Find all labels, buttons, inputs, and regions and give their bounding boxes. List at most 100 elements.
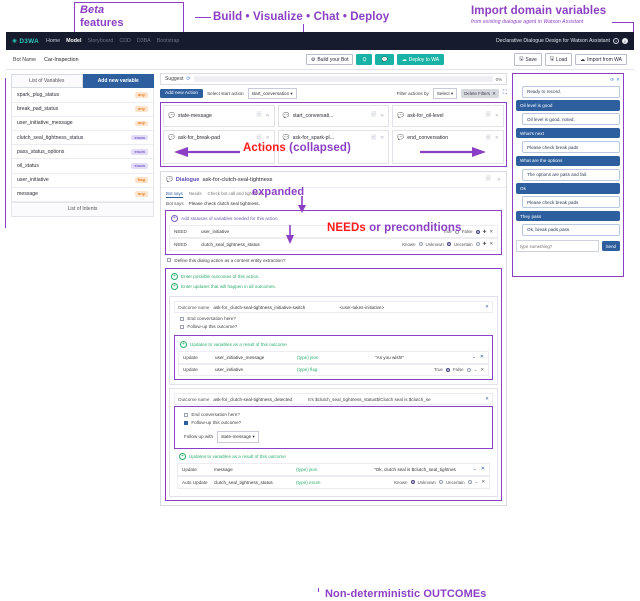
tab-bot-says[interactable]: Bot says <box>166 191 183 198</box>
need-row[interactable]: NEED clutch_seal_tightness_status Known … <box>169 237 498 251</box>
close-icon[interactable]: ✕ <box>616 77 620 83</box>
close-icon[interactable]: ✕ <box>497 177 501 183</box>
checkbox[interactable] <box>184 412 189 417</box>
need-options[interactable]: Known Unknown Uncertain ✚ ✕ <box>402 241 493 247</box>
action-card[interactable]: 💬 state-message 🗐 ✕ <box>163 105 275 128</box>
follow-up-row[interactable]: Follow-up this outcome? <box>178 420 489 428</box>
action-card[interactable]: 💬 start_conversati... 🗐 ✕ <box>277 105 390 128</box>
outcome-name-value[interactable]: ask-for_clutch-seal-tightness_detected <box>213 397 292 402</box>
update-value[interactable]: "As you wish!" <box>375 355 468 360</box>
checkbox[interactable] <box>180 316 185 321</box>
copy-icon[interactable]: 🗐 <box>486 176 491 184</box>
radio-known[interactable] <box>418 242 423 247</box>
deploy-to-wa-button[interactable]: ☁ Deploy to WA <box>396 53 445 66</box>
close-icon[interactable]: ✕ <box>495 113 499 119</box>
follow-up-with-select[interactable]: state-message ▾ <box>217 431 259 443</box>
end-conversation-row[interactable]: End conversation here? <box>174 313 493 324</box>
add-global-updates-row[interactable]: + Enter updates that will happen in all … <box>169 283 498 293</box>
visualize-graph-button[interactable]: ⛭ <box>356 53 373 66</box>
update-options[interactable]: Known Unknown Uncertain ⌄ ✕ <box>394 479 485 485</box>
expand-icon[interactable]: ⛶ <box>503 90 507 97</box>
radio-unknown[interactable] <box>446 242 451 247</box>
info-icon[interactable]: ⌄ <box>474 367 478 373</box>
load-button[interactable]: 🖫 Load <box>544 52 573 67</box>
close-icon[interactable]: ✕ <box>485 396 489 402</box>
close-icon[interactable]: ✕ <box>380 113 384 119</box>
copy-icon[interactable]: 🗐 <box>486 112 491 120</box>
save-button[interactable]: 🖫 Save <box>514 52 542 67</box>
nav-item-storyboard[interactable]: Storyboard <box>87 38 113 44</box>
plus-icon[interactable]: ✚ <box>483 229 487 235</box>
close-icon[interactable]: ✕ <box>489 241 493 247</box>
plus-icon[interactable]: ✚ <box>483 241 487 247</box>
update-row[interactable]: Update user_initiative (type) flag True … <box>178 363 489 377</box>
copy-icon[interactable]: 🗐 <box>256 112 261 120</box>
brand-logo[interactable]: ✳ D3WA <box>12 38 39 45</box>
start-action-select[interactable]: start_conversation ▾ <box>247 88 297 100</box>
update-options[interactable]: True False ⌄ ✕ <box>434 367 484 373</box>
list-item[interactable]: clutch_seal_tightness_status enum <box>12 131 153 146</box>
update-value[interactable]: "Ok, clutch seal is $clutch_seal_tightne… <box>374 467 469 472</box>
copy-icon[interactable]: 🗐 <box>371 135 376 143</box>
copy-icon[interactable]: 🗐 <box>371 112 376 120</box>
bot-says-value[interactable]: Please check clutch seal tightness. <box>189 201 260 206</box>
list-item[interactable]: pass_status_options enum <box>12 145 153 160</box>
info-icon[interactable]: ⌄ <box>475 479 479 485</box>
open-chat-button[interactable]: 💬 <box>375 53 394 66</box>
close-icon[interactable]: ✕ <box>480 354 484 360</box>
clear-filters-button[interactable]: Delete Filters ✕ <box>461 88 499 99</box>
update-row[interactable]: Update user_initiative_message (type) js… <box>178 350 489 364</box>
copy-icon[interactable]: 🗐 <box>486 135 491 143</box>
list-item[interactable]: message any <box>12 188 153 202</box>
checkbox[interactable] <box>180 324 185 329</box>
close-icon[interactable]: ✕ <box>380 135 384 141</box>
list-item[interactable]: spark_plug_status any <box>12 88 153 103</box>
outcome-desc-value[interactable]: It's $clutch_seal_tightness_status$/Clut… <box>308 397 481 402</box>
close-icon[interactable]: ✕ <box>481 479 485 485</box>
radio-uncertain[interactable] <box>467 480 472 485</box>
close-icon[interactable]: ✕ <box>489 229 493 235</box>
radio-known[interactable] <box>410 480 415 485</box>
outcome-name-value[interactable]: ask-for_clutch-seal-tightness_initiative… <box>213 305 305 310</box>
action-card[interactable]: 💬 ask-for_oil-level 🗐 ✕ <box>392 105 504 128</box>
tab-list-of-variables[interactable]: List of Variables <box>11 74 83 89</box>
close-icon[interactable]: ✕ <box>265 135 269 141</box>
nav-item-cdd[interactable]: CDD <box>119 38 130 44</box>
tab-needs[interactable]: Needs <box>189 191 202 198</box>
radio-true[interactable] <box>445 367 450 372</box>
checkbox[interactable] <box>184 420 189 425</box>
add-new-action-button[interactable]: Add new Action <box>160 88 204 99</box>
info-circle-icon[interactable]: i <box>622 38 628 44</box>
send-button[interactable]: Send <box>601 241 620 251</box>
build-your-bot-button[interactable]: ⚙ Build your Bot <box>305 53 354 66</box>
add-update-row[interactable]: + Updates to variables as a result of th… <box>178 339 489 351</box>
context-entity-row[interactable]: Define this dialog action as a content e… <box>161 255 506 266</box>
refresh-icon[interactable]: ⟳ <box>610 77 614 83</box>
add-update-row[interactable]: + Updates to variables as a result of th… <box>177 452 490 464</box>
list-item[interactable]: user_initiative_message any <box>12 117 153 131</box>
end-conversation-row[interactable]: End conversation here? <box>178 409 489 420</box>
list-item[interactable]: oil_status enum <box>12 159 153 174</box>
filter-select[interactable]: Select ▾ <box>432 88 458 100</box>
radio-false[interactable] <box>466 367 471 372</box>
close-icon[interactable]: ✕ <box>485 304 489 310</box>
close-icon[interactable]: ✕ <box>480 367 484 373</box>
close-icon[interactable]: ✕ <box>481 466 485 472</box>
radio-false[interactable] <box>475 229 480 234</box>
update-row[interactable]: Update message (type) json "Ok, clutch s… <box>177 463 490 476</box>
nav-item-model[interactable]: Model <box>66 38 81 44</box>
info-icon[interactable]: ⌄ <box>472 354 476 360</box>
close-icon[interactable]: ✕ <box>495 135 499 141</box>
nav-item-d3ba[interactable]: D3BA <box>137 38 151 44</box>
nav-item-home[interactable]: Home <box>46 38 60 44</box>
checkbox[interactable] <box>167 258 172 263</box>
follow-up-row[interactable]: Follow-up this outcome? <box>174 324 493 332</box>
list-item[interactable]: break_pad_status any <box>12 103 153 117</box>
botname-value[interactable]: Car-Inspection <box>44 57 78 63</box>
outcome-desc-value[interactable]: <user-takes-initiative> <box>339 305 481 310</box>
chat-input[interactable] <box>516 240 599 252</box>
radio-uncertain[interactable] <box>475 242 480 247</box>
radio-unknown[interactable] <box>438 480 443 485</box>
close-icon[interactable]: ✕ <box>265 113 269 119</box>
info-icon[interactable]: ⌄ <box>473 466 477 472</box>
